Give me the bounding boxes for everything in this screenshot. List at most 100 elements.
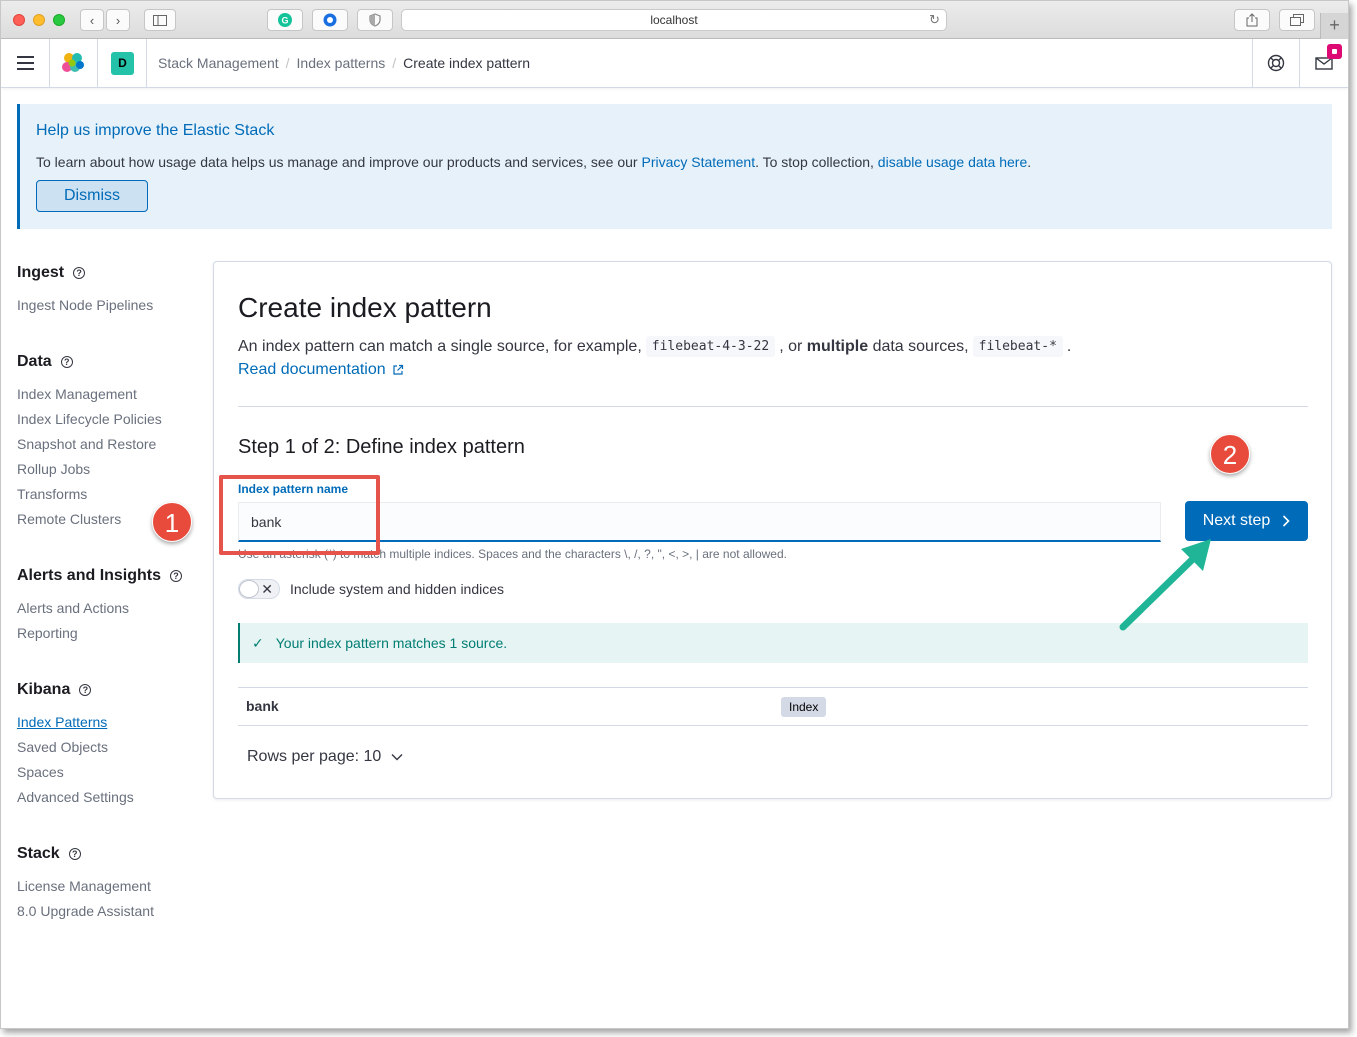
sidebar-item-upgrade-assistant[interactable]: 8.0 Upgrade Assistant [17,903,154,919]
annotation-number-2: 2 [1210,434,1250,474]
nav-section-alerts-and-insights: Alerts and Insights? [17,567,183,585]
callout-text-after: . [1027,154,1032,170]
sidebar-item-ingest-node-pipelines[interactable]: Ingest Node Pipelines [17,297,153,313]
minimize-window-button[interactable] [33,14,45,26]
grammarly-icon: G [278,13,292,27]
sidebar-item-advanced-settings[interactable]: Advanced Settings [17,789,134,805]
nav-section-title: Ingest [17,264,65,281]
nav-section-title: Alerts and Insights [17,567,162,584]
sidebar-item-saved-objects[interactable]: Saved Objects [17,739,108,755]
help-icon: ? [68,848,81,860]
nav-section-title: Data [17,353,52,370]
help-icon: ? [60,356,73,368]
chevron-left-icon: ‹ [89,12,95,28]
tabs-icon [1290,14,1304,26]
elastic-logo-icon[interactable] [61,52,85,74]
ring-icon [323,13,337,27]
menu-icon[interactable] [17,56,34,74]
dismiss-button[interactable]: Dismiss [36,180,148,212]
sidebar-item-index-management[interactable]: Index Management [17,386,137,402]
create-index-pattern-panel: Create index pattern An index pattern ca… [213,261,1332,799]
share-icon [1246,13,1258,27]
example-code-multiple: filebeat-* [972,336,1063,357]
step-title: Step 1 of 2: Define index pattern [238,436,525,458]
annotation-highlight-box [219,475,380,555]
read-documentation-link[interactable]: Read documentation [238,361,404,379]
password-extension-button[interactable] [312,9,348,31]
rows-per-page-button[interactable]: Rows per page: 10 [247,748,403,766]
sidebar-item-reporting[interactable]: Reporting [17,625,78,641]
header-divider [49,39,50,88]
sidebar-item-alerts-and-actions[interactable]: Alerts and Actions [17,600,129,616]
shield-icon [369,13,381,27]
chevron-down-icon [391,754,403,761]
section-divider [238,406,1308,407]
grammarly-extension-button[interactable]: G [267,9,303,31]
url-text: localhost [650,13,698,27]
annotation-arrow-icon [1119,539,1211,631]
new-tab-button[interactable]: + [1320,13,1348,39]
browser-toolbar: ‹ › G localhost ↻ + [1,1,1348,39]
breadcrumb: Stack Management / Index patterns / Crea… [158,55,530,71]
disable-usage-data-link[interactable]: disable usage data here [878,154,1027,170]
check-icon: ✓ [252,634,264,651]
nav-section-data: Data? [17,353,73,371]
nav-section-ingest: Ingest? [17,264,86,282]
header-divider [146,39,147,88]
sidebar-item-spaces[interactable]: Spaces [17,764,64,780]
help-icon: ? [79,684,92,696]
table-border [238,725,1308,726]
chevron-right-icon: › [115,12,121,28]
header-divider [97,39,98,88]
callout-text: To learn about how usage data helps us m… [36,154,1031,170]
nav-section-kibana: Kibana? [17,681,92,699]
sidebar-item-remote-clusters[interactable]: Remote Clusters [17,511,121,527]
sidebar-item-rollup-jobs[interactable]: Rollup Jobs [17,461,90,477]
privacy-statement-link[interactable]: Privacy Statement [641,154,755,170]
telemetry-callout: Help us improve the Elastic Stack To lea… [17,104,1332,229]
sidebar-item-snapshot-and-restore[interactable]: Snapshot and Restore [17,436,156,452]
share-button[interactable] [1234,9,1270,31]
match-success-text: Your index pattern matches 1 source. [275,635,508,651]
help-icon: ? [170,570,183,582]
table-row-name: bank [246,698,279,714]
external-link-icon [393,364,403,375]
desc-bold: multiple [806,337,869,355]
forward-button[interactable]: › [106,9,130,31]
desc-text-3: data sources, [872,337,969,355]
tabs-overview-button[interactable] [1279,9,1315,31]
privacy-extension-button[interactable] [357,9,393,31]
reload-icon[interactable]: ↻ [929,10,940,30]
sidebar-item-transforms[interactable]: Transforms [17,486,87,502]
notification-badge [1327,44,1342,59]
sidebar-toggle-button[interactable] [144,9,176,31]
sidebar-item-index-lifecycle-policies[interactable]: Index Lifecycle Policies [17,411,162,427]
header-divider [1299,39,1300,88]
back-button[interactable]: ‹ [80,9,104,31]
include-hidden-label: Include system and hidden indices [290,581,505,597]
breadcrumb-separator: / [392,55,397,71]
nav-section-stack: Stack? [17,845,81,863]
svg-text:G: G [281,16,288,26]
rows-per-page-label: Rows per page: 10 [247,748,382,765]
close-window-button[interactable] [13,14,25,26]
breadcrumb-separator: / [285,55,290,71]
sidebar-item-license-management[interactable]: License Management [17,878,151,894]
include-hidden-toggle[interactable]: ✕ [238,579,280,599]
address-bar[interactable]: localhost ↻ [401,9,947,31]
zoom-window-button[interactable] [53,14,65,26]
breadcrumb-stack-management[interactable]: Stack Management [158,55,279,71]
page-title: Create index pattern [238,292,492,323]
desc-text-1: An index pattern can match a single sour… [238,337,642,355]
cross-icon: ✕ [261,581,273,597]
sidebar-icon [153,14,167,26]
next-step-label: Next step [1202,512,1271,529]
header-divider [1252,39,1253,88]
space-avatar[interactable]: D [111,52,134,75]
sidebar-item-index-patterns[interactable]: Index Patterns [17,714,107,730]
help-lifebuoy-icon[interactable] [1267,54,1285,72]
toggle-knob [239,580,259,598]
table-border [238,687,1308,688]
callout-text-mid: . To stop collection, [755,154,878,170]
breadcrumb-index-patterns[interactable]: Index patterns [297,55,386,71]
